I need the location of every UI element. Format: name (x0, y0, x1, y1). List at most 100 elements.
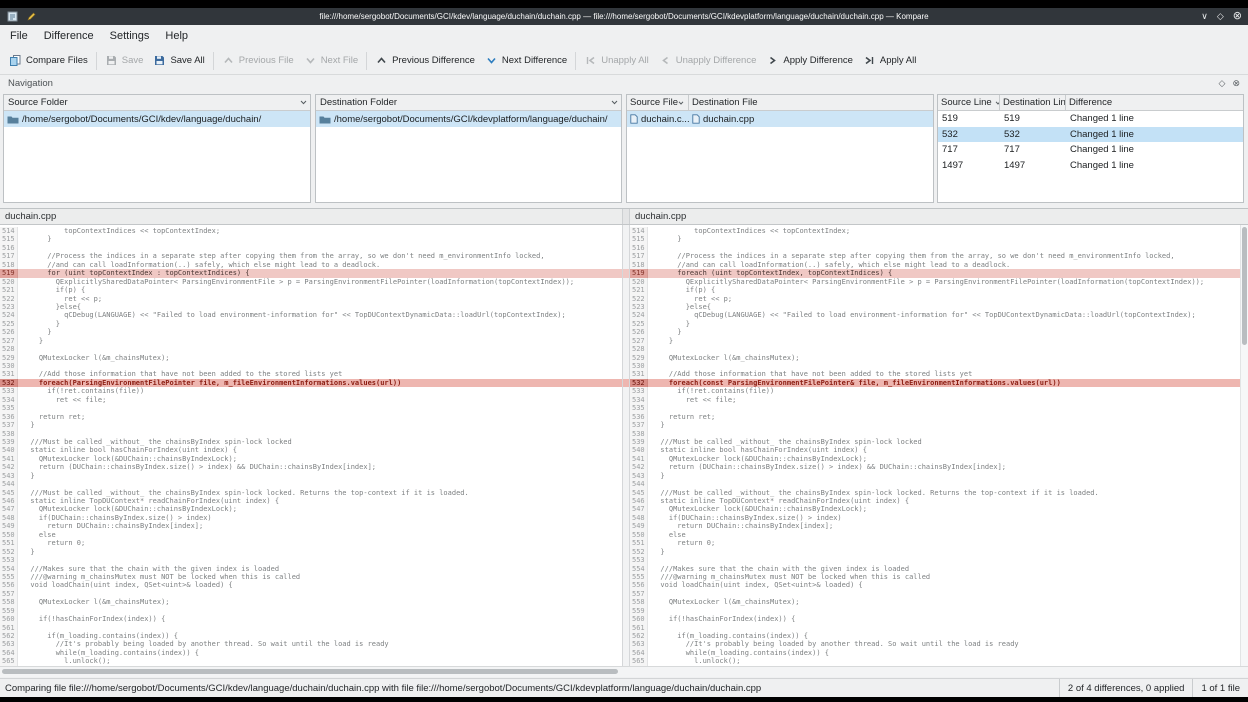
line-number: 563 (630, 640, 648, 648)
vertical-scrollbar[interactable] (1240, 225, 1248, 666)
pane-header-corner (1240, 209, 1248, 224)
previous-difference-button[interactable]: Previous Difference (370, 51, 480, 70)
apply-all-button[interactable]: Apply All (858, 51, 921, 70)
toolbar: Compare Files Save Save All Previ (0, 47, 1248, 74)
line-number: 546 (0, 497, 18, 505)
code-text: } (18, 320, 60, 328)
source-line-value: 532 (938, 129, 1000, 140)
code-text: ///Makes sure that the chain with the gi… (18, 565, 279, 573)
sort-chevron-icon (678, 101, 687, 105)
code-line-right-519[interactable]: 519 foreach (uint topContextIndex, topCo… (630, 269, 1240, 277)
line-number: 562 (630, 632, 648, 640)
code-text: static inline bool hasChainForIndex(uint… (648, 446, 867, 454)
destination-file-name: duchain.cpp (703, 114, 754, 125)
line-number: 564 (0, 649, 18, 657)
code-line-left-554: 554 ///Makes sure that the chain with th… (0, 565, 622, 573)
destination-folder-item[interactable]: /home/sergobot/Documents/GCI/kdevplatfor… (316, 111, 621, 127)
code-line-left-528: 528 (0, 345, 622, 353)
code-line-right-528: 528 (630, 345, 1240, 353)
code-line-right-532[interactable]: 532 foreach(const ParsingEnvironmentFile… (630, 379, 1240, 387)
unapply-all-button[interactable]: Unapply All (579, 51, 654, 70)
line-number: 561 (630, 624, 648, 632)
code-line-right-517: 517 //Process the indices in a separate … (630, 252, 1240, 260)
file-pair-row[interactable]: duchain.c... duchain.cpp (627, 111, 933, 127)
difference-row-1497[interactable]: 1497 1497 Changed 1 line (938, 158, 1243, 174)
line-number: 549 (0, 522, 18, 530)
code-text (18, 362, 22, 370)
code-text: } (648, 472, 665, 480)
line-number: 548 (630, 514, 648, 522)
code-text: QMutexLocker lock(&DUChain::chainsByInde… (18, 505, 237, 513)
menu-file[interactable]: File (2, 25, 36, 47)
horizontal-scrollbar[interactable] (0, 666, 1248, 677)
difference-column-header[interactable]: Difference (1066, 95, 1243, 110)
save-button[interactable]: Save (100, 51, 149, 70)
source-file-column-header[interactable]: Source File (627, 95, 689, 110)
line-number: 522 (0, 295, 18, 303)
code-text: foreach (uint topContextIndex, topContex… (648, 269, 892, 277)
unapply-difference-button[interactable]: Unapply Difference (654, 51, 762, 70)
close-window-icon[interactable]: ⊗ (1233, 8, 1242, 25)
code-text: } (18, 337, 43, 345)
code-line-right-526: 526 } (630, 328, 1240, 336)
titlebar[interactable]: file:///home/sergobot/Documents/GCI/kdev… (0, 8, 1248, 25)
code-line-left-519[interactable]: 519 for (uint topContextIndex : topConte… (0, 269, 622, 277)
code-text (648, 624, 652, 632)
navigation-dock-titlebar[interactable]: Navigation ◇ ⊗ (0, 75, 1248, 92)
code-line-left-538: 538 (0, 430, 622, 438)
code-text: static inline TopDUContext* readChainFor… (648, 497, 909, 505)
difference-row-519[interactable]: 519 519 Changed 1 line (938, 111, 1243, 127)
difference-row-532[interactable]: 532 532 Changed 1 line (938, 127, 1243, 143)
code-line-right-553: 553 (630, 556, 1240, 564)
destination-line-value: 717 (1000, 144, 1066, 155)
line-number: 536 (0, 413, 18, 421)
next-difference-button[interactable]: Next Difference (480, 51, 572, 70)
save-all-button[interactable]: Save All (148, 51, 209, 70)
horizontal-scrollbar-thumb[interactable] (2, 669, 618, 674)
line-number: 529 (630, 354, 648, 362)
code-text: } (18, 421, 35, 429)
close-dock-icon[interactable]: ⊗ (1232, 78, 1240, 89)
line-number: 547 (630, 505, 648, 513)
maximize-window-icon[interactable]: ◇ (1217, 8, 1224, 25)
source-line-column-header[interactable]: Source Line (938, 95, 1000, 110)
toolbar-separator (575, 52, 576, 70)
difference-row-717[interactable]: 717 717 Changed 1 line (938, 142, 1243, 158)
button-label: Compare Files (26, 55, 88, 66)
code-line-left-544: 544 (0, 480, 622, 488)
line-number: 550 (0, 531, 18, 539)
chevron-right-icon (766, 54, 779, 67)
menu-settings[interactable]: Settings (102, 25, 158, 47)
code-text: QMutexLocker l(&m_chainsMutex); (18, 354, 170, 362)
edit-pencil-icon (24, 10, 37, 23)
code-line-left-558: 558 QMutexLocker l(&m_chainsMutex); (0, 598, 622, 606)
next-file-button[interactable]: Next File (299, 51, 363, 70)
destination-line-column-header[interactable]: Destination Lin (1000, 95, 1066, 110)
line-number: 558 (630, 598, 648, 606)
code-text: //Add those information that have not be… (648, 370, 972, 378)
line-number: 530 (630, 362, 648, 370)
previous-file-button[interactable]: Previous File (217, 51, 299, 70)
code-text: ret << p; (648, 295, 732, 303)
source-folder-combo[interactable]: Source Folder (4, 95, 310, 111)
code-text: } (18, 548, 35, 556)
code-text (648, 362, 652, 370)
destination-file-column-header[interactable]: Destination File (689, 95, 933, 110)
code-line-left-524: 524 qCDebug(LANGUAGE) << "Failed to load… (0, 311, 622, 319)
destination-folder-combo[interactable]: Destination Folder (316, 95, 621, 111)
apply-difference-button[interactable]: Apply Difference (761, 51, 858, 70)
code-line-left-562: 562 if(m_loading.contains(index)) { (0, 632, 622, 640)
menu-help[interactable]: Help (157, 25, 196, 47)
line-number: 551 (630, 539, 648, 547)
code-line-right-558: 558 QMutexLocker l(&m_chainsMutex); (630, 598, 1240, 606)
code-line-left-532[interactable]: 532 foreach(ParsingEnvironmentFilePointe… (0, 379, 622, 387)
float-dock-icon[interactable]: ◇ (1219, 78, 1226, 89)
code-line-right-554: 554 ///Makes sure that the chain with th… (630, 565, 1240, 573)
compare-files-button[interactable]: Compare Files (4, 51, 93, 70)
shade-window-icon[interactable]: ∨ (1201, 8, 1208, 25)
code-line-right-546: 546 static inline TopDUContext* readChai… (630, 497, 1240, 505)
code-line-right-515: 515 } (630, 235, 1240, 243)
menu-difference[interactable]: Difference (36, 25, 102, 47)
source-folder-item[interactable]: /home/sergobot/Documents/GCI/kdev/langua… (4, 111, 310, 127)
vertical-scrollbar-thumb[interactable] (1242, 227, 1247, 345)
